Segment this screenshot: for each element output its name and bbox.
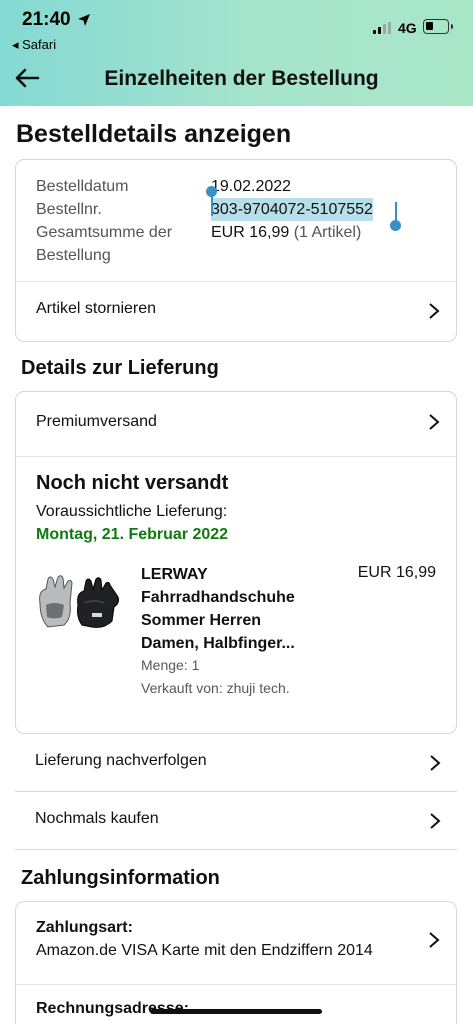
delivery-card: Premiumversand Noch nicht versandt Vorau… — [15, 391, 457, 734]
order-total-amount: EUR 16,99 — [211, 224, 290, 241]
expected-delivery-label: Voraussichtliche Lieferung: — [36, 503, 228, 520]
battery-icon — [423, 19, 453, 34]
order-item-count: (1 Artikel) — [293, 224, 362, 241]
delivery-details-heading: Details zur Lieferung — [21, 357, 219, 379]
shipment-status: Noch nicht versandt — [36, 472, 229, 494]
payment-method-value: Amazon.de VISA Karte mit den Endziffern … — [36, 942, 373, 959]
product-seller: Verkauft von: zhuji tech. — [141, 680, 290, 696]
signal-icon — [373, 22, 393, 34]
network-type: 4G — [398, 20, 417, 36]
payment-info-heading: Zahlungsinformation — [21, 867, 220, 889]
chevron-right-icon — [429, 414, 440, 430]
product-title-line: Fahrradhandschuhe — [141, 589, 295, 606]
chevron-right-icon — [430, 813, 441, 829]
product-price: EUR 16,99 — [357, 564, 436, 581]
product-title-line: Sommer Herren — [141, 612, 262, 629]
selection-end-handle[interactable] — [390, 220, 401, 231]
order-total-label-cont: Bestellung — [36, 247, 111, 264]
chevron-right-icon — [429, 303, 440, 319]
status-time: 21:40 — [22, 9, 71, 30]
track-delivery-label: Lieferung nachverfolgen — [35, 752, 207, 769]
buy-again-label: Nochmals kaufen — [35, 810, 159, 827]
chevron-right-icon — [430, 755, 441, 771]
order-date-label: Bestelldatum — [36, 178, 129, 195]
back-to-safari-link[interactable]: ◂ Safari — [12, 37, 56, 53]
payment-card: Zahlungsart: Amazon.de VISA Karte mit de… — [15, 901, 457, 1024]
cancel-items-label: Artikel stornieren — [36, 300, 157, 317]
track-delivery-row[interactable]: Lieferung nachverfolgen — [15, 734, 457, 792]
order-number-label: Bestellnr. — [36, 201, 102, 218]
app-header: 21:40 ◂ Safari 4G Einzelheiten der Beste… — [0, 0, 473, 106]
product-title-line: LERWAY — [141, 566, 208, 583]
expected-delivery-date: Montag, 21. Februar 2022 — [36, 526, 229, 543]
home-indicator[interactable] — [150, 1009, 322, 1014]
order-total-label: Gesamtsumme der — [36, 224, 173, 241]
order-summary-card: Bestelldatum 19.02.2022 Bestellnr. 303-9… — [15, 159, 457, 342]
order-number-value[interactable]: 303-9704072-5107552 — [211, 198, 373, 221]
payment-method-row[interactable]: Zahlungsart: Amazon.de VISA Karte mit de… — [16, 902, 456, 984]
product-quantity: Menge: 1 — [141, 657, 200, 673]
order-details-heading: Bestelldetails anzeigen — [16, 120, 292, 148]
selection-start-handle[interactable] — [206, 186, 217, 197]
premium-shipping-label: Premiumversand — [36, 413, 157, 430]
divider — [16, 456, 456, 457]
chevron-right-icon — [429, 932, 440, 948]
product-title[interactable]: LERWAY Fahrradhandschuhe Sommer Herren D… — [141, 563, 295, 655]
order-date-value: 19.02.2022 — [211, 178, 292, 195]
buy-again-row[interactable]: Nochmals kaufen — [15, 792, 457, 850]
product-gloves-image[interactable] — [34, 573, 124, 633]
product-title-line: Damen, Halbfinger... — [141, 635, 295, 652]
payment-method-label: Zahlungsart: — [36, 919, 133, 936]
order-total-value: EUR 16,99 (1 Artikel) — [211, 221, 361, 244]
cancel-items-row[interactable]: Artikel stornieren — [16, 282, 456, 342]
premium-shipping-row[interactable]: Premiumversand — [16, 392, 456, 456]
divider — [16, 984, 456, 985]
location-arrow-icon — [78, 14, 90, 26]
page-title: Einzelheiten der Bestellung — [104, 67, 379, 90]
